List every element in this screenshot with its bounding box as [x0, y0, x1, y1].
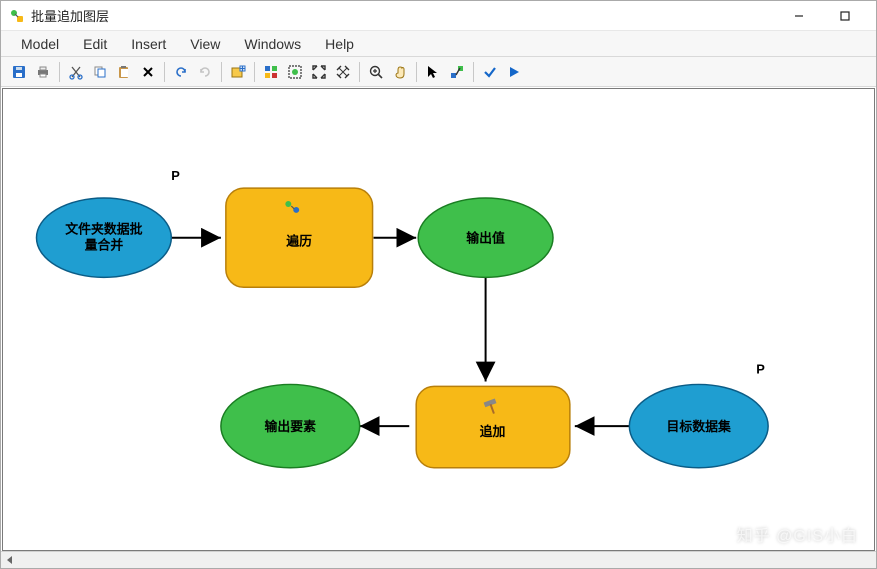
node-label: 文件夹数据批 [65, 222, 142, 237]
validate-icon[interactable] [478, 60, 502, 84]
node-label: 输出值 [466, 231, 505, 246]
node-target-dataset[interactable]: 目标数据集 [629, 384, 768, 467]
toolbar-separator [416, 62, 417, 82]
paste-icon[interactable] [112, 60, 136, 84]
app-icon [9, 8, 25, 24]
toolbar-separator [164, 62, 165, 82]
toolbar [1, 57, 876, 87]
scroll-left-icon[interactable] [1, 552, 18, 569]
print-icon[interactable] [31, 60, 55, 84]
app-window: 批量追加图层 Model Edit Insert View Windows He… [0, 0, 877, 569]
node-label: 遍历 [285, 234, 312, 249]
minimize-button[interactable] [776, 1, 822, 31]
toolbar-separator [359, 62, 360, 82]
node-source-data[interactable]: 文件夹数据批 量合并 [36, 198, 171, 277]
toolbar-separator [473, 62, 474, 82]
save-icon[interactable] [7, 60, 31, 84]
window-controls [776, 1, 868, 31]
fixed-zoom-out-icon[interactable] [331, 60, 355, 84]
undo-icon[interactable] [169, 60, 193, 84]
full-extent-icon[interactable] [283, 60, 307, 84]
delete-icon[interactable] [136, 60, 160, 84]
menu-insert[interactable]: Insert [121, 33, 176, 55]
window-title: 批量追加图层 [31, 6, 776, 25]
title-bar: 批量追加图层 [1, 1, 876, 31]
menu-view[interactable]: View [180, 33, 230, 55]
menu-edit[interactable]: Edit [73, 33, 117, 55]
menu-bar: Model Edit Insert View Windows Help [1, 31, 876, 57]
toolbar-separator [59, 62, 60, 82]
node-label: 输出要素 [265, 419, 317, 434]
toolbar-separator [221, 62, 222, 82]
copy-icon[interactable] [88, 60, 112, 84]
parameter-flag: P [756, 362, 765, 377]
connect-icon[interactable] [445, 60, 469, 84]
cut-icon[interactable] [64, 60, 88, 84]
auto-layout-icon[interactable] [259, 60, 283, 84]
fixed-zoom-in-icon[interactable] [307, 60, 331, 84]
zoom-in-icon[interactable] [364, 60, 388, 84]
toolbar-separator [254, 62, 255, 82]
node-output-feature[interactable]: 输出要素 [221, 384, 360, 467]
menu-windows[interactable]: Windows [234, 33, 311, 55]
menu-help[interactable]: Help [315, 33, 364, 55]
menu-model[interactable]: Model [11, 33, 69, 55]
add-data-icon[interactable] [226, 60, 250, 84]
node-output-value[interactable]: 输出值 [418, 198, 553, 277]
horizontal-scrollbar[interactable] [1, 551, 876, 568]
parameter-flag: P [171, 168, 180, 183]
node-label: 目标数据集 [667, 419, 732, 434]
maximize-button[interactable] [822, 1, 868, 31]
node-append[interactable]: 追加 [416, 386, 570, 467]
model-canvas[interactable]: 文件夹数据批 量合并 P 遍历 输出值 [2, 88, 875, 551]
node-label: 追加 [480, 424, 506, 439]
run-icon[interactable] [502, 60, 526, 84]
node-iterate[interactable]: 遍历 [226, 188, 373, 287]
pan-icon[interactable] [388, 60, 412, 84]
redo-icon[interactable] [193, 60, 217, 84]
node-label: 量合并 [85, 238, 124, 253]
select-icon[interactable] [421, 60, 445, 84]
